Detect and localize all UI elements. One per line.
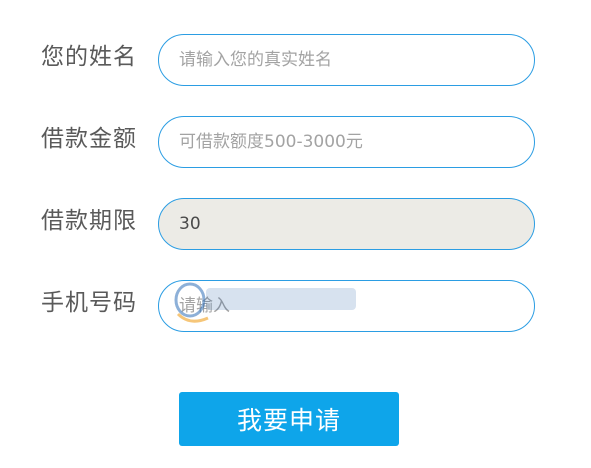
amount-input[interactable]	[158, 116, 535, 168]
term-label: 借款期限	[41, 208, 137, 234]
loan-application-form: 您的姓名 借款金额 借款期限 手机号码 我要申请	[0, 0, 591, 468]
name-label: 您的姓名	[41, 44, 137, 70]
term-row: 借款期限	[0, 198, 591, 250]
phone-input[interactable]	[158, 280, 535, 332]
phone-label: 手机号码	[41, 290, 137, 316]
name-input[interactable]	[158, 34, 535, 86]
amount-label: 借款金额	[41, 126, 137, 152]
phone-row: 手机号码	[0, 280, 591, 332]
apply-button[interactable]: 我要申请	[179, 392, 399, 446]
amount-row: 借款金额	[0, 116, 591, 168]
term-input[interactable]	[158, 198, 535, 250]
name-row: 您的姓名	[0, 34, 591, 86]
